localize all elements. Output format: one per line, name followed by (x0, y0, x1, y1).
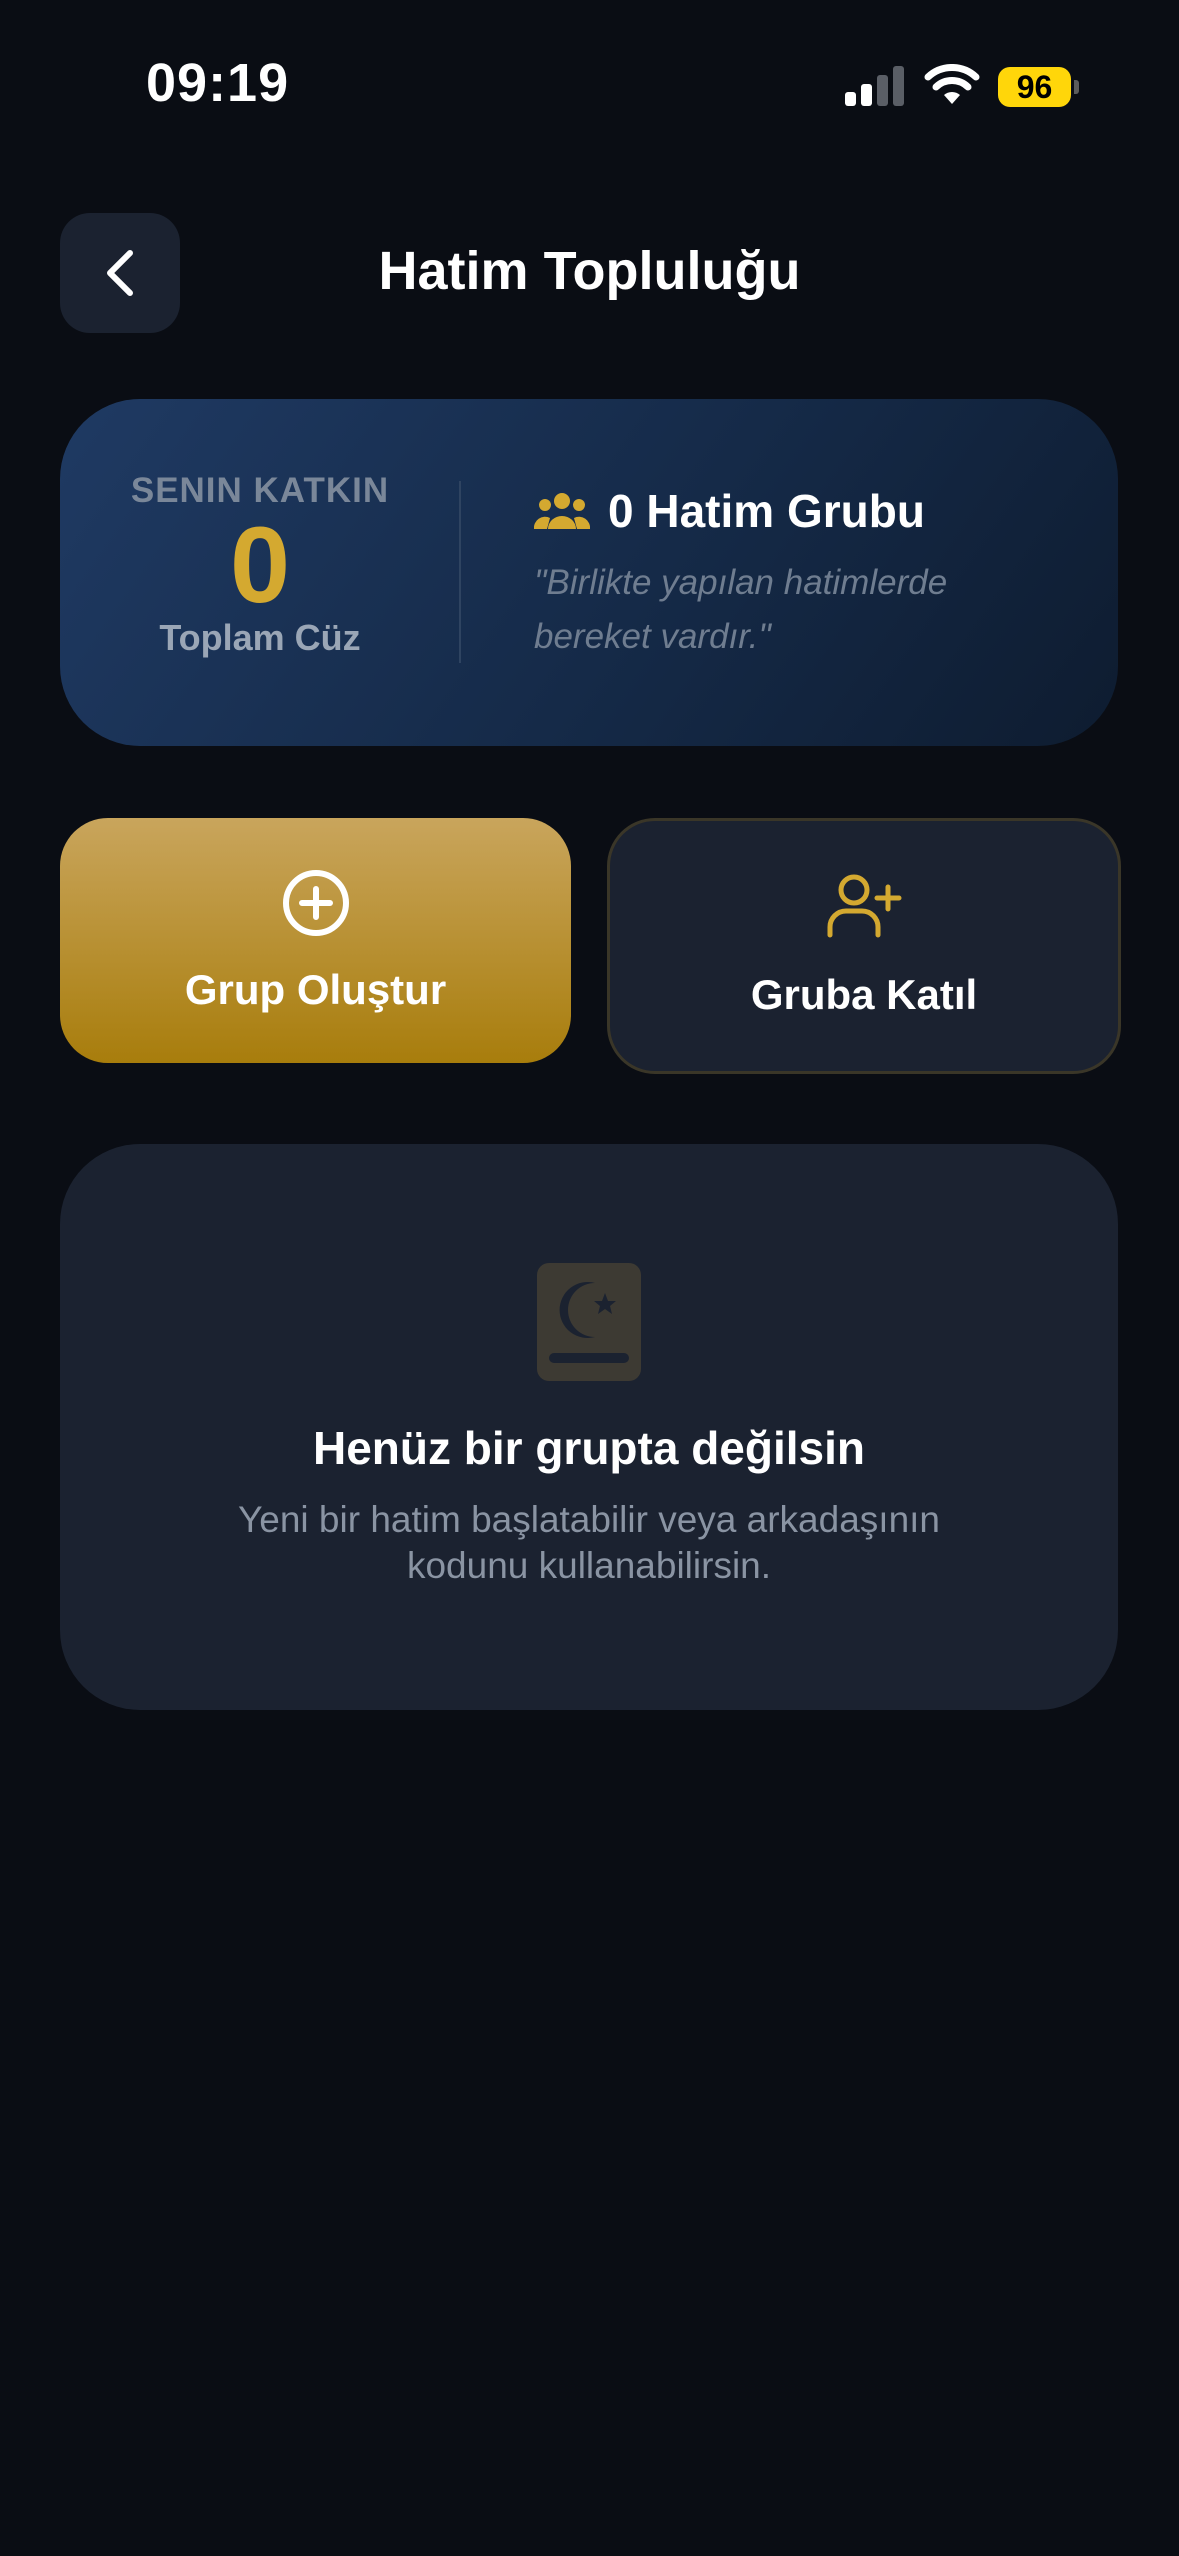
quote-text: "Birlikte yapılan hatimlerde bereket var… (534, 563, 948, 656)
battery-level: 96 (998, 67, 1071, 107)
users-icon (534, 493, 590, 529)
join-group-label: Gruba Katıl (750, 971, 978, 1018)
empty-state-card: Henüz bir grupta değilsin Yeni bir hatim… (60, 1144, 1118, 1710)
battery-nub (1074, 80, 1079, 94)
page-title: Hatim Topluluğu (378, 241, 801, 301)
status-time: 09:19 (146, 53, 290, 113)
group-count-text: 0 Hatim Grubu (608, 485, 925, 537)
contribution-stat: SENIN KATKIN 0 Toplam Cüz (60, 471, 460, 659)
contribution-value: 0 (229, 504, 291, 625)
status-bar: 09:19 96 (0, 0, 1179, 175)
battery-indicator: 96 (998, 67, 1079, 107)
join-group-button[interactable]: Gruba Katıl (607, 818, 1121, 1074)
stat-divider (459, 481, 461, 663)
group-count-row: 0 Hatim Grubu (534, 483, 925, 539)
empty-state-title: Henüz bir grupta değilsin (312, 1422, 866, 1474)
empty-state-subtitle: Yeni bir hatim başlatabilir veya arkadaş… (237, 1499, 941, 1586)
quran-book-icon (537, 1263, 641, 1381)
plus-circle-icon (282, 870, 349, 936)
user-plus-icon (827, 874, 902, 938)
create-group-label: Grup Oluştur (184, 966, 447, 1013)
stats-card: SENIN KATKIN 0 Toplam Cüz 0 Hatim Grubu … (60, 399, 1118, 746)
wifi-icon (924, 64, 980, 104)
create-group-button[interactable]: Grup Oluştur (60, 818, 571, 1063)
contribution-unit: Toplam Cüz (159, 617, 361, 658)
cellular-signal-icon (845, 66, 904, 106)
